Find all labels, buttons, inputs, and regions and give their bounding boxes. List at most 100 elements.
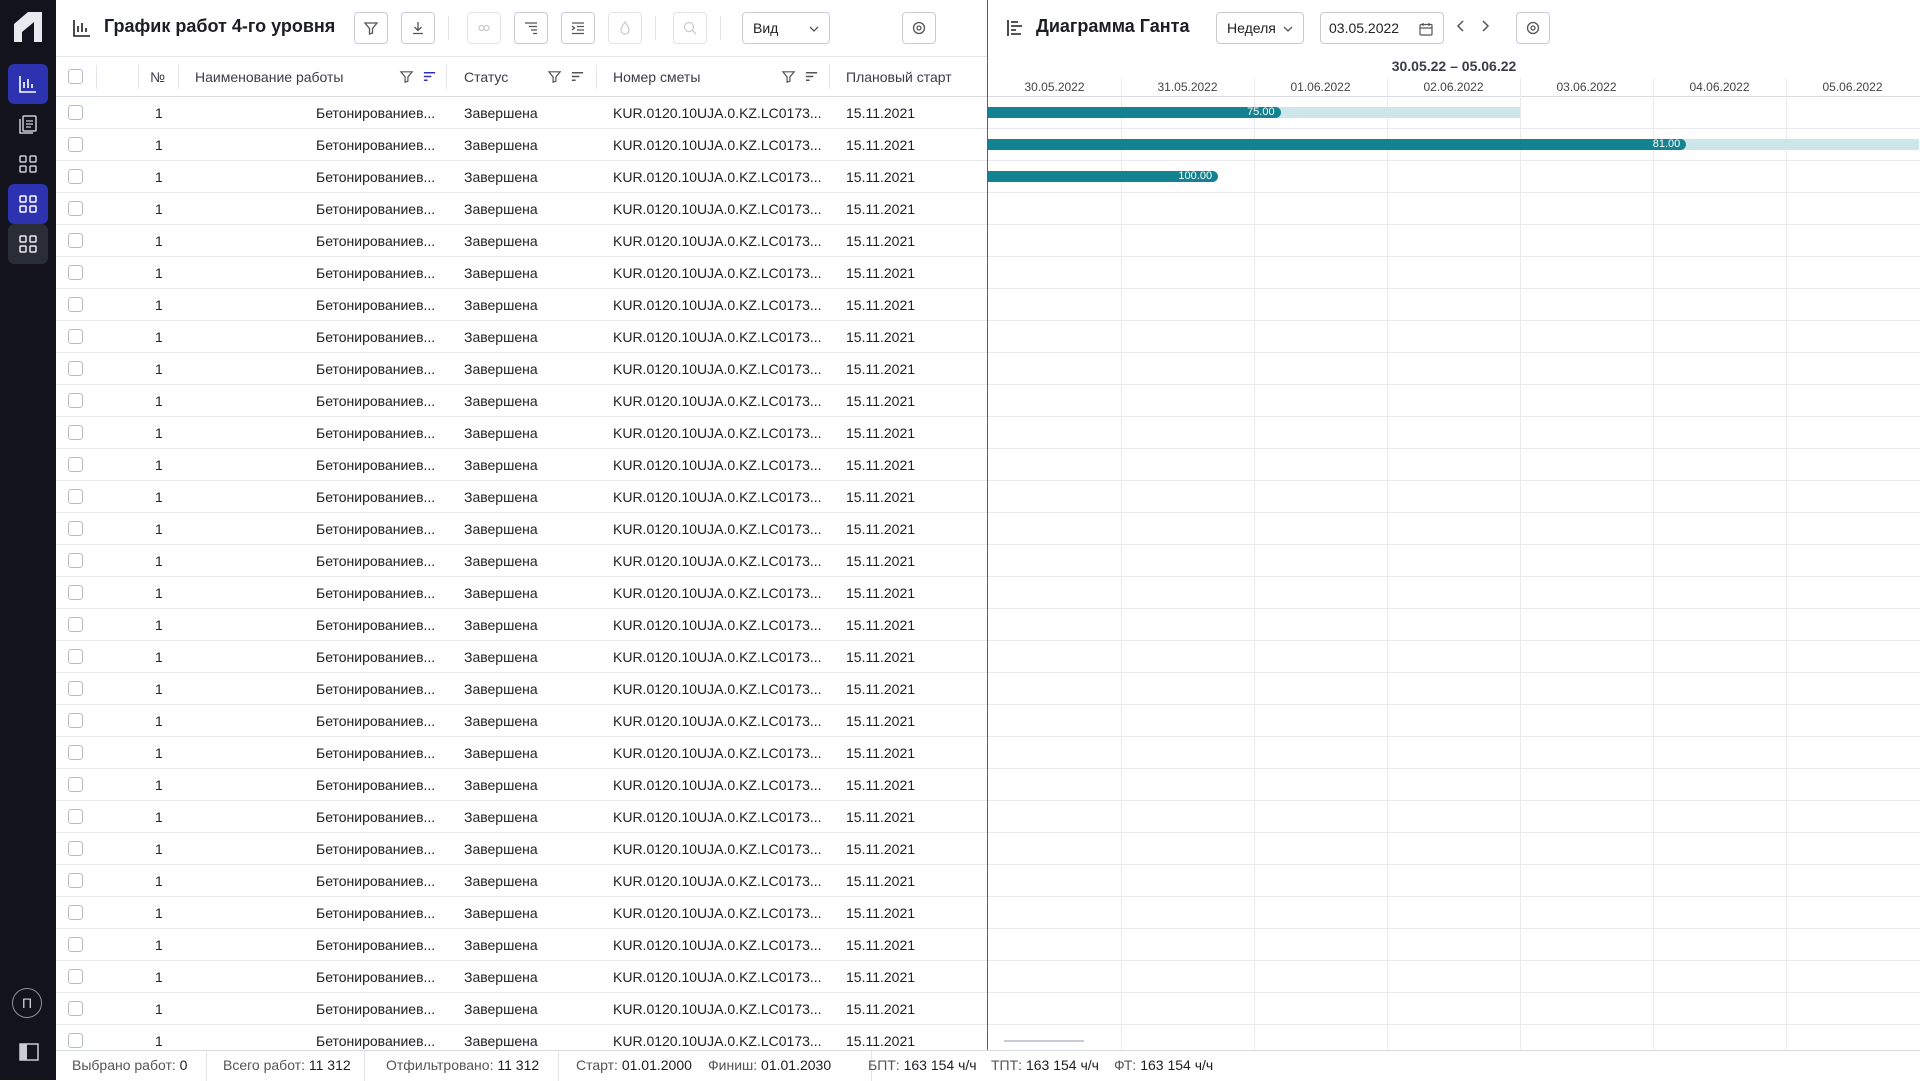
row-checkbox[interactable] bbox=[68, 649, 83, 664]
gantt-bar-progress[interactable]: 75.00 bbox=[988, 107, 1281, 118]
row-checkbox[interactable] bbox=[68, 713, 83, 728]
row-checkbox[interactable] bbox=[68, 1001, 83, 1016]
table-row[interactable]: 1 Бетонированиев... Завершена KUR.0120.10UJ… bbox=[56, 449, 988, 481]
row-checkbox[interactable] bbox=[68, 905, 83, 920]
row-checkbox[interactable] bbox=[68, 105, 83, 120]
filter-icon[interactable] bbox=[399, 69, 414, 84]
row-checkbox[interactable] bbox=[68, 329, 83, 344]
link-button[interactable] bbox=[467, 12, 501, 44]
nav-chart-button[interactable] bbox=[8, 64, 48, 104]
row-checkbox[interactable] bbox=[68, 425, 83, 440]
row-checkbox[interactable] bbox=[68, 521, 83, 536]
gantt-date-input[interactable]: 03.05.2022 bbox=[1320, 12, 1444, 44]
row-checkbox[interactable] bbox=[68, 617, 83, 632]
row-checkbox[interactable] bbox=[68, 201, 83, 216]
filter-icon[interactable] bbox=[547, 69, 562, 84]
nav-grid-button[interactable] bbox=[8, 144, 48, 184]
table-row[interactable]: 1 Бетонированиев... Завершена KUR.0120.10UJ… bbox=[56, 577, 988, 609]
table-row[interactable]: 1 Бетонированиев... Завершена KUR.0120.10UJ… bbox=[56, 321, 988, 353]
row-checkbox[interactable] bbox=[68, 937, 83, 952]
sort-icon[interactable] bbox=[570, 69, 585, 84]
table-row[interactable]: 1 Бетонированиев... Завершена KUR.0120.10UJ… bbox=[56, 705, 988, 737]
gantt-scale-select[interactable]: Неделя bbox=[1216, 12, 1304, 44]
table-row[interactable]: 1 Бетонированиев... Завершена KUR.0120.10UJ… bbox=[56, 641, 988, 673]
row-checkbox[interactable] bbox=[68, 265, 83, 280]
sort-icon[interactable] bbox=[422, 69, 437, 84]
nav-grid-secondary-button[interactable] bbox=[8, 224, 48, 264]
table-row[interactable]: 1 Бетонированиев... Завершена KUR.0120.10UJ… bbox=[56, 289, 988, 321]
table-row[interactable]: 1 Бетонированиев... Завершена KUR.0120.10UJ… bbox=[56, 161, 988, 193]
fill-button[interactable] bbox=[608, 12, 642, 44]
column-header-status[interactable]: Статус bbox=[464, 69, 508, 85]
row-checkbox[interactable] bbox=[68, 393, 83, 408]
table-row[interactable]: 1 Бетонированиев... Завершена KUR.0120.10UJ… bbox=[56, 129, 988, 161]
sort-icon[interactable] bbox=[804, 69, 819, 84]
table-row[interactable]: 1 Бетонированиев... Завершена KUR.0120.10UJ… bbox=[56, 801, 988, 833]
row-checkbox[interactable] bbox=[68, 841, 83, 856]
cell-name: Бетонированиев... bbox=[316, 457, 436, 473]
column-header-name[interactable]: Наименование работы bbox=[195, 69, 343, 85]
column-header-start[interactable]: Плановый старт bbox=[846, 69, 952, 85]
table-row[interactable]: 1 Бетонированиев... Завершена KUR.0120.10UJ… bbox=[56, 865, 988, 897]
table-row[interactable]: 1 Бетонированиев... Завершена KUR.0120.10UJ… bbox=[56, 993, 988, 1025]
table-settings-button[interactable] bbox=[902, 12, 936, 44]
filter-button[interactable] bbox=[354, 12, 388, 44]
table-row[interactable]: 1 Бетонированиев... Завершена KUR.0120.10UJ… bbox=[56, 929, 988, 961]
row-checkbox[interactable] bbox=[68, 297, 83, 312]
chevron-right-icon[interactable] bbox=[1478, 18, 1492, 34]
row-checkbox[interactable] bbox=[68, 169, 83, 184]
search-button[interactable] bbox=[673, 12, 707, 44]
table-row[interactable]: 1 Бетонированиев... Завершена KUR.0120.10UJ… bbox=[56, 353, 988, 385]
column-header-smeta[interactable]: Номер сметы bbox=[613, 69, 700, 85]
row-checkbox[interactable] bbox=[68, 681, 83, 696]
table-row[interactable]: 1 Бетонированиев... Завершена KUR.0120.10UJ… bbox=[56, 193, 988, 225]
table-row[interactable]: 1 Бетонированиев... Завершена KUR.0120.10UJ… bbox=[56, 897, 988, 929]
table-row[interactable]: 1 Бетонированиев... Завершена KUR.0120.10UJ… bbox=[56, 833, 988, 865]
column-header-no[interactable]: № bbox=[150, 69, 165, 85]
row-checkbox[interactable] bbox=[68, 137, 83, 152]
table-row[interactable]: 1 Бетонированиев... Завершена KUR.0120.10UJ… bbox=[56, 513, 988, 545]
nav-grid-active-button[interactable] bbox=[8, 184, 48, 224]
panel-toggle-icon[interactable] bbox=[19, 1043, 39, 1061]
table-row[interactable]: 1 Бетонированиев... Завершена KUR.0120.10UJ… bbox=[56, 737, 988, 769]
chevron-left-icon[interactable] bbox=[1454, 18, 1468, 34]
table-row[interactable]: 1 Бетонированиев... Завершена KUR.0120.10UJ… bbox=[56, 481, 988, 513]
table-row[interactable]: 1 Бетонированиев... Завершена KUR.0120.10UJ… bbox=[56, 257, 988, 289]
table-row[interactable]: 1 Бетонированиев... Завершена KUR.0120.10UJ… bbox=[56, 417, 988, 449]
table-row[interactable]: 1 Бетонированиев... Завершена KUR.0120.10UJ… bbox=[56, 1025, 988, 1050]
table-row[interactable]: 1 Бетонированиев... Завершена KUR.0120.10UJ… bbox=[56, 97, 988, 129]
row-checkbox[interactable] bbox=[68, 809, 83, 824]
gantt-bar-progress[interactable]: 100.00 bbox=[988, 171, 1219, 182]
row-checkbox[interactable] bbox=[68, 585, 83, 600]
table-row[interactable]: 1 Бетонированиев... Завершена KUR.0120.10UJ… bbox=[56, 385, 988, 417]
app-logo[interactable] bbox=[12, 10, 44, 44]
table-row[interactable]: 1 Бетонированиев... Завершена KUR.0120.10UJ… bbox=[56, 769, 988, 801]
expand-button[interactable] bbox=[561, 12, 595, 44]
row-checkbox[interactable] bbox=[68, 777, 83, 792]
row-checkbox[interactable] bbox=[68, 457, 83, 472]
calendar-icon[interactable] bbox=[1419, 22, 1433, 36]
gantt-settings-button[interactable] bbox=[1516, 12, 1550, 44]
table-row[interactable]: 1 Бетонированиев... Завершена KUR.0120.10UJ… bbox=[56, 609, 988, 641]
indent-button[interactable] bbox=[514, 12, 548, 44]
user-avatar[interactable]: П bbox=[12, 988, 42, 1018]
gantt-bar-progress[interactable]: 81.00 bbox=[988, 139, 1687, 150]
row-checkbox[interactable] bbox=[68, 1033, 83, 1048]
view-select[interactable]: Вид bbox=[742, 12, 830, 44]
table-row[interactable]: 1 Бетонированиев... Завершена KUR.0120.10UJ… bbox=[56, 225, 988, 257]
filter-icon[interactable] bbox=[781, 69, 796, 84]
select-all-checkbox[interactable] bbox=[68, 69, 83, 84]
row-checkbox[interactable] bbox=[68, 361, 83, 376]
table-row[interactable]: 1 Бетонированиев... Завершена KUR.0120.10UJ… bbox=[56, 961, 988, 993]
gantt-scrollbar[interactable] bbox=[1004, 1040, 1084, 1042]
nav-documents-button[interactable] bbox=[8, 104, 48, 144]
row-checkbox[interactable] bbox=[68, 233, 83, 248]
row-checkbox[interactable] bbox=[68, 489, 83, 504]
row-checkbox[interactable] bbox=[68, 969, 83, 984]
row-checkbox[interactable] bbox=[68, 873, 83, 888]
table-row[interactable]: 1 Бетонированиев... Завершена KUR.0120.10UJ… bbox=[56, 673, 988, 705]
table-row[interactable]: 1 Бетонированиев... Завершена KUR.0120.10UJ… bbox=[56, 545, 988, 577]
download-button[interactable] bbox=[401, 12, 435, 44]
row-checkbox[interactable] bbox=[68, 553, 83, 568]
row-checkbox[interactable] bbox=[68, 745, 83, 760]
